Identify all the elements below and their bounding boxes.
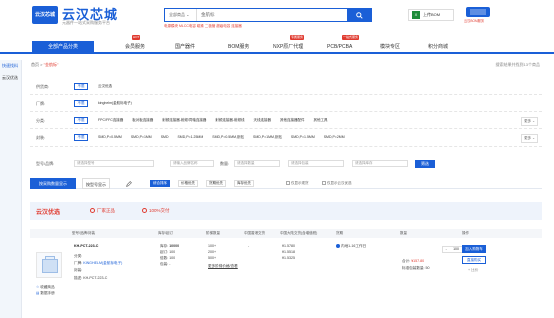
package-select[interactable]: 请选择包装 [288,160,344,167]
result-count: 搜索结果共找到13个商品 [495,62,540,67]
sort-default[interactable]: 综合排序 [150,180,170,187]
filter-option[interactable]: SMD,P=1MM,卧贴 [253,135,282,139]
filter-unlimited[interactable]: 不限 [74,100,88,107]
filter-row-package: 封装: 不限 SMD,P=0.5MM SMD,P=1MM SMD SMD,P=1… [30,129,542,147]
filter-option[interactable]: 板对板连接器 [132,118,153,122]
filter-option[interactable]: SMD,P=1MM [131,135,152,139]
preferred-title: 云汉优选 [36,210,61,216]
brand-input[interactable]: 请输入品牌名称 [170,160,214,167]
shield-icon [90,208,95,214]
filter-more-button[interactable]: 更多 ⌄ [521,117,538,126]
nav-item-points[interactable]: 积分商城 [428,41,448,54]
search-category-select[interactable]: 全部商品 ⌄ [165,9,197,21]
nav-item-bom[interactable]: BOM服务 [228,41,249,54]
filter-row-supplier: 供货商: 不限 云汉优选 [30,78,542,95]
filter-row-brand: 厂牌: 不限 kinghelm(金航标电子) [30,95,542,112]
sort-leadtime[interactable]: 货期优先 [206,180,226,187]
preferred-banner: 云汉优选 厂家正品 100%交付 [30,202,542,220]
nav-item-nxp[interactable]: NXP原厂代理 [273,41,303,54]
rail-item-quick-find[interactable]: 快速找料 [0,60,21,72]
filter-unlimited[interactable]: 不限 [74,117,88,124]
filter-option[interactable]: SMD,P=1.5MM [291,135,315,139]
sort-price[interactable]: 价格优先 [178,180,198,187]
filter-option[interactable]: 其他连接器配件 [280,118,305,122]
cn-price: ¥1.5325 [282,256,295,260]
nav-item-member[interactable]: 会员服务 [125,41,145,54]
all-categories-button[interactable]: 全部产品分类 [32,41,94,54]
filter-more-button[interactable]: 更多 ⌄ [521,134,538,143]
filter-option[interactable]: 射频连接器-射频/同轴连接器 [162,118,206,122]
onestop-badge: 一站式服务 [342,35,360,40]
upload-bom-button[interactable]: X 上传BOM [408,9,454,21]
hk-price: - [248,244,250,248]
sort-stock[interactable]: 库存优先 [234,180,254,187]
package-info: 标准包装数量: 50 [402,266,430,270]
compare-button[interactable]: + 比价 [468,267,478,273]
filter-button[interactable]: 筛选 [415,160,435,168]
product-model[interactable]: KH-PCT-223-C [74,243,98,249]
only-preferred-checkbox[interactable]: 仅显示云汉优选 [322,181,352,186]
more-tiers-link[interactable]: 更多阶梯价格/查看 [208,263,238,269]
left-rail: 快速找料 云汉优选 [0,60,22,318]
hot-badge: HOT [132,35,141,40]
filter-option[interactable]: SMD,P=2MM [324,135,345,139]
product-brand-link[interactable]: KINGHELM(金航标电子) [83,261,122,265]
genuine-badge: 厂家正品 [90,208,115,214]
tab-by-quantity[interactable]: 按采购数量显示 [30,178,76,189]
edit-icon[interactable] [126,181,132,187]
only-in-stock-checkbox[interactable]: 仅显示现货 [286,181,309,186]
filter-option[interactable]: SMD,P=0.5MM,卧贴 [212,135,244,139]
view-toolbar: 按采购数量显示 按型号显示 综合排序 价格优先 货期优先 库存优先 仅显示现货 … [30,178,542,189]
subtotal: ¥157.80 [411,259,425,263]
document-icon: ▤ [36,291,40,295]
search-button[interactable] [347,9,371,21]
radio-selected-icon [336,244,340,249]
rail-item-preferred[interactable]: 云汉优选 [0,72,21,84]
tier-qty: 500+ [208,256,217,260]
breadcrumb-home[interactable]: 首页 [31,62,39,67]
nav-item-modules[interactable]: 模块专区 [380,41,400,54]
search-input[interactable]: 金航标 [197,9,347,21]
param-filter-row: 型号/品牌: 请选择型号 请输入品牌名称 数量: 请选择数量 请选择包装 请选择… [30,156,542,172]
datasheet-link[interactable]: ▤ 数据手册 [36,290,55,296]
quantity-select[interactable]: 请选择数量 [234,160,280,167]
model-select[interactable]: 请选择型号 [74,160,154,167]
add-to-cart-button[interactable]: 加入购物车 [462,245,486,253]
breadcrumb: 首页 > "金航标" [31,62,59,67]
hot-search-words[interactable]: 电源模块 MLCC电容 磁珠 二极管 超级电容 连接器 [164,24,242,29]
site-logo[interactable]: 云汉芯城 [32,6,58,24]
filter-option[interactable]: 云汉优选 [98,84,112,88]
bom-service-badge[interactable]: 云汉BOM服务 [464,6,492,24]
site-subtitle: 元器件一站式采购服务平台 [62,20,110,25]
excel-icon: X [412,11,420,19]
filter-option[interactable]: SMD,P=1.25MM [177,135,203,139]
main-nav: 全部产品分类 会员服务 国产器件 BOM服务 NXP原厂代理 PCB/PCBA … [0,35,554,54]
filter-option[interactable]: 天线连接器 [254,118,272,122]
qty-value[interactable]: 100 [450,247,463,252]
stock-select[interactable]: 请选择库存 [352,160,408,167]
search-bar: 全部商品 ⌄ 金航标 [164,8,372,22]
leadtime-option[interactable]: 内地1-16工作日 [336,243,366,249]
check-circle-icon [142,208,147,214]
table-header: 型号/品牌/封装 库存/起订 阶梯数量 中国香港交货 中国大陆交货(含增值税) … [30,229,542,238]
filter-option[interactable]: SMD [161,135,169,139]
breadcrumb-current: "金航标" [43,62,59,67]
filter-option[interactable]: SMD,P=0.5MM [98,135,122,139]
filter-unlimited[interactable]: 不限 [74,83,88,90]
nav-item-domestic[interactable]: 国产器件 [175,41,195,54]
tab-by-model[interactable]: 按型号显示 [82,178,110,189]
filter-option[interactable]: 射频连接器-射频线 [215,118,244,122]
buy-now-button[interactable]: 直接购买 [462,256,486,264]
search-icon [355,11,363,19]
filter-unlimited[interactable]: 不限 [74,134,88,141]
filter-option[interactable]: FPC/FFC连接器 [98,118,123,122]
service-badge: 专属服务 [290,35,305,40]
nav-item-pcb[interactable]: PCB/PCBA [327,41,352,54]
product-image[interactable] [36,252,62,278]
delivery-badge: 100%交付 [142,208,170,214]
table-row: KH-PCT-223-C 分类: 厂牌: KINGHELM(金航标电子) 封装:… [30,240,542,300]
filter-row-category: 分类: 不限 FPC/FFC连接器 板对板连接器 射频连接器-射频/同轴连接器 … [30,112,542,129]
filter-option[interactable]: 其他工具 [314,118,328,122]
filter-option[interactable]: kinghelm(金航标电子) [98,101,132,105]
